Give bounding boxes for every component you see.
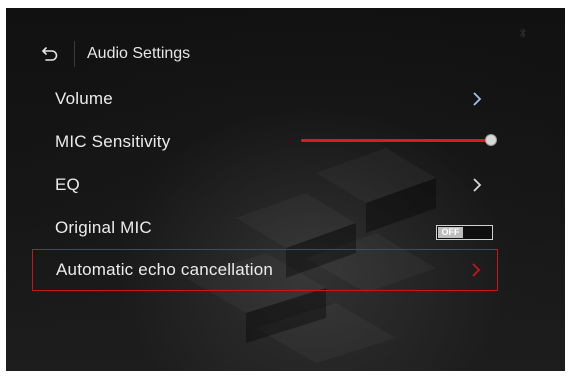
settings-screen: Audio Settings Volume MIC Sensitivity EQ… bbox=[6, 8, 565, 371]
back-arrow-icon bbox=[42, 47, 58, 61]
setting-label: EQ bbox=[55, 175, 80, 194]
page-title: Audio Settings bbox=[87, 45, 191, 62]
setting-label: Original MIC bbox=[55, 218, 152, 237]
setting-row-volume[interactable]: Volume bbox=[32, 79, 498, 119]
mic-sensitivity-slider[interactable] bbox=[301, 134, 497, 148]
setting-label: MIC Sensitivity bbox=[55, 132, 171, 151]
slider-fill bbox=[301, 139, 497, 142]
setting-label: Automatic echo cancellation bbox=[56, 260, 274, 279]
toggle-state: OFF bbox=[438, 227, 463, 238]
back-button[interactable] bbox=[36, 40, 64, 68]
setting-label: Volume bbox=[55, 89, 113, 108]
chevron-right-icon bbox=[469, 261, 483, 279]
header-bar: Audio Settings bbox=[36, 34, 516, 74]
bluetooth-icon bbox=[519, 26, 527, 44]
setting-row-echo-cancellation[interactable]: Automatic echo cancellation bbox=[32, 249, 498, 291]
slider-knob[interactable] bbox=[485, 134, 497, 146]
setting-row-original-mic: Original MIC bbox=[32, 208, 498, 248]
chevron-right-icon bbox=[470, 176, 484, 194]
header-divider bbox=[74, 41, 75, 67]
setting-row-eq[interactable]: EQ bbox=[32, 165, 498, 205]
chevron-right-icon bbox=[470, 90, 484, 108]
original-mic-toggle[interactable]: OFF bbox=[436, 225, 493, 240]
